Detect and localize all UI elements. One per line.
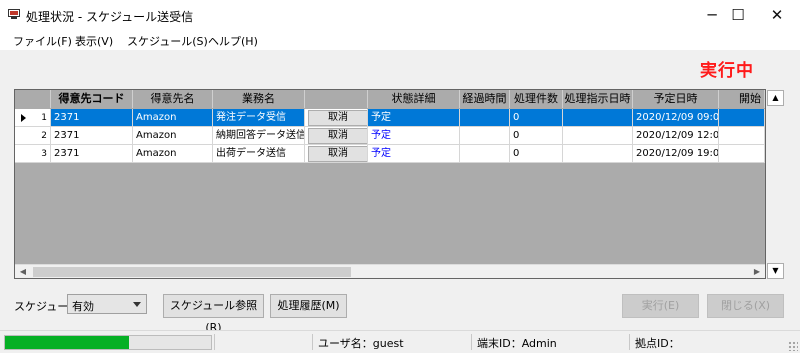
schedule-reference-button[interactable]: スケジュール参照(R) xyxy=(163,294,264,334)
cell-state-detail[interactable]: 予定 xyxy=(368,109,460,127)
current-row-arrow-icon xyxy=(21,114,26,122)
row-header[interactable]: 3 xyxy=(15,145,51,163)
cell-customer-code[interactable]: 2371 xyxy=(51,145,133,163)
cell-cancel: 取消 xyxy=(305,145,368,163)
cell-instruction-datetime[interactable] xyxy=(563,109,633,127)
row-number: 3 xyxy=(41,149,47,159)
cell-instruction-datetime[interactable] xyxy=(563,145,633,163)
progress-bar xyxy=(4,335,212,350)
cell-process-count[interactable]: 0 xyxy=(510,127,563,145)
cell-state-detail[interactable]: 予定 xyxy=(368,127,460,145)
close-dialog-button[interactable]: 閉じる(X) xyxy=(707,294,784,318)
user-name-label: ユーザ名：guest xyxy=(318,337,404,350)
schedule-select-value: 有効 xyxy=(72,300,94,313)
cell-scheduled-datetime[interactable]: 2020/12/09 09:00 xyxy=(633,109,719,127)
status-divider xyxy=(629,334,630,350)
cell-customer-code[interactable]: 2371 xyxy=(51,109,133,127)
app-icon xyxy=(8,9,20,19)
cell-task-name[interactable]: 発注データ受信 xyxy=(213,109,305,127)
header-scheduled-datetime[interactable]: 予定日時 xyxy=(633,90,719,108)
status-divider xyxy=(312,334,313,350)
menu-bar: ファイル(F) 表示(V) スケジュール(S) ヘルプ(H) xyxy=(0,30,800,50)
cell-elapsed-time[interactable] xyxy=(460,109,510,127)
cell-elapsed-time[interactable] xyxy=(460,145,510,163)
header-instruction-datetime[interactable]: 処理指示日時 xyxy=(563,90,633,108)
menu-schedule[interactable]: スケジュール(S) xyxy=(127,33,208,49)
header-task-name[interactable]: 業務名 xyxy=(213,90,305,108)
header-row-selector xyxy=(15,90,51,108)
cell-customer-name[interactable]: Amazon xyxy=(133,127,213,145)
chevron-down-icon xyxy=(133,302,141,307)
row-header[interactable]: 1 xyxy=(15,109,51,127)
cell-customer-name[interactable]: Amazon xyxy=(133,145,213,163)
cell-instruction-datetime[interactable] xyxy=(563,127,633,145)
header-state-detail[interactable]: 状態詳細 xyxy=(368,90,460,108)
horizontal-scroll-thumb[interactable] xyxy=(33,267,351,277)
process-history-button[interactable]: 処理履歴(M) xyxy=(270,294,347,318)
status-bar: ユーザ名：guest 端末ID：Admin 拠点ID： xyxy=(0,330,800,353)
cell-cancel: 取消 xyxy=(305,127,368,145)
scroll-up-button[interactable]: ▲ xyxy=(767,90,784,106)
menu-help[interactable]: ヘルプ(H) xyxy=(208,33,258,49)
header-customer-code[interactable]: 得意先コード xyxy=(51,90,133,108)
status-divider xyxy=(214,334,215,350)
cell-start[interactable] xyxy=(719,127,765,145)
cancel-button[interactable]: 取消 xyxy=(308,146,367,162)
running-status-label: 実行中 xyxy=(700,61,754,81)
cell-cancel: 取消 xyxy=(305,109,368,127)
window-title: 処理状況 - スケジュール送受信 xyxy=(26,10,194,24)
cell-task-name[interactable]: 納期回答データ送信 xyxy=(213,127,305,145)
progress-bar-fill xyxy=(5,336,129,349)
resize-grip-icon[interactable] xyxy=(788,341,798,351)
row-header[interactable]: 2 xyxy=(15,127,51,145)
cell-state-detail[interactable]: 予定 xyxy=(368,145,460,163)
scroll-right-icon[interactable]: ▶ xyxy=(749,265,765,278)
cell-customer-code[interactable]: 2371 xyxy=(51,127,133,145)
status-divider xyxy=(471,334,472,350)
run-button[interactable]: 実行(E) xyxy=(622,294,699,318)
close-button[interactable]: ✕ xyxy=(754,0,800,30)
cell-start[interactable] xyxy=(719,145,765,163)
menu-view[interactable]: 表示(V) xyxy=(75,33,113,49)
job-status-grid[interactable]: 得意先コード 得意先名 業務名 状態詳細 経過時間 処理件数 処理指示日時 予定… xyxy=(14,89,766,279)
horizontal-scrollbar[interactable]: ◀ ▶ xyxy=(15,264,765,278)
site-id-label: 拠点ID： xyxy=(635,337,680,350)
header-customer-name[interactable]: 得意先名 xyxy=(133,90,213,108)
cell-start[interactable] xyxy=(719,109,765,127)
row-number: 2 xyxy=(41,131,47,141)
cell-customer-name[interactable]: Amazon xyxy=(133,109,213,127)
header-start[interactable]: 開始 xyxy=(719,90,765,108)
cancel-button[interactable]: 取消 xyxy=(308,110,367,126)
header-elapsed-time[interactable]: 経過時間 xyxy=(460,90,510,108)
terminal-id-label: 端末ID：Admin xyxy=(477,337,557,350)
menu-file[interactable]: ファイル(F) xyxy=(13,33,72,49)
cell-task-name[interactable]: 出荷データ送信 xyxy=(213,145,305,163)
cancel-button[interactable]: 取消 xyxy=(308,128,367,144)
cell-scheduled-datetime[interactable]: 2020/12/09 19:00 xyxy=(633,145,719,163)
scroll-down-button[interactable]: ▼ xyxy=(767,263,784,279)
cell-elapsed-time[interactable] xyxy=(460,127,510,145)
cell-scheduled-datetime[interactable]: 2020/12/09 12:00 xyxy=(633,127,719,145)
row-number: 1 xyxy=(41,113,47,123)
cell-process-count[interactable]: 0 xyxy=(510,145,563,163)
header-cancel xyxy=(305,90,368,108)
header-process-count[interactable]: 処理件数 xyxy=(510,90,563,108)
schedule-select[interactable]: 有効 xyxy=(67,294,147,314)
scroll-left-icon[interactable]: ◀ xyxy=(15,265,31,278)
title-bar: 処理状況 - スケジュール送受信 ─ ☐ ✕ xyxy=(0,0,800,30)
cell-process-count[interactable]: 0 xyxy=(510,109,563,127)
